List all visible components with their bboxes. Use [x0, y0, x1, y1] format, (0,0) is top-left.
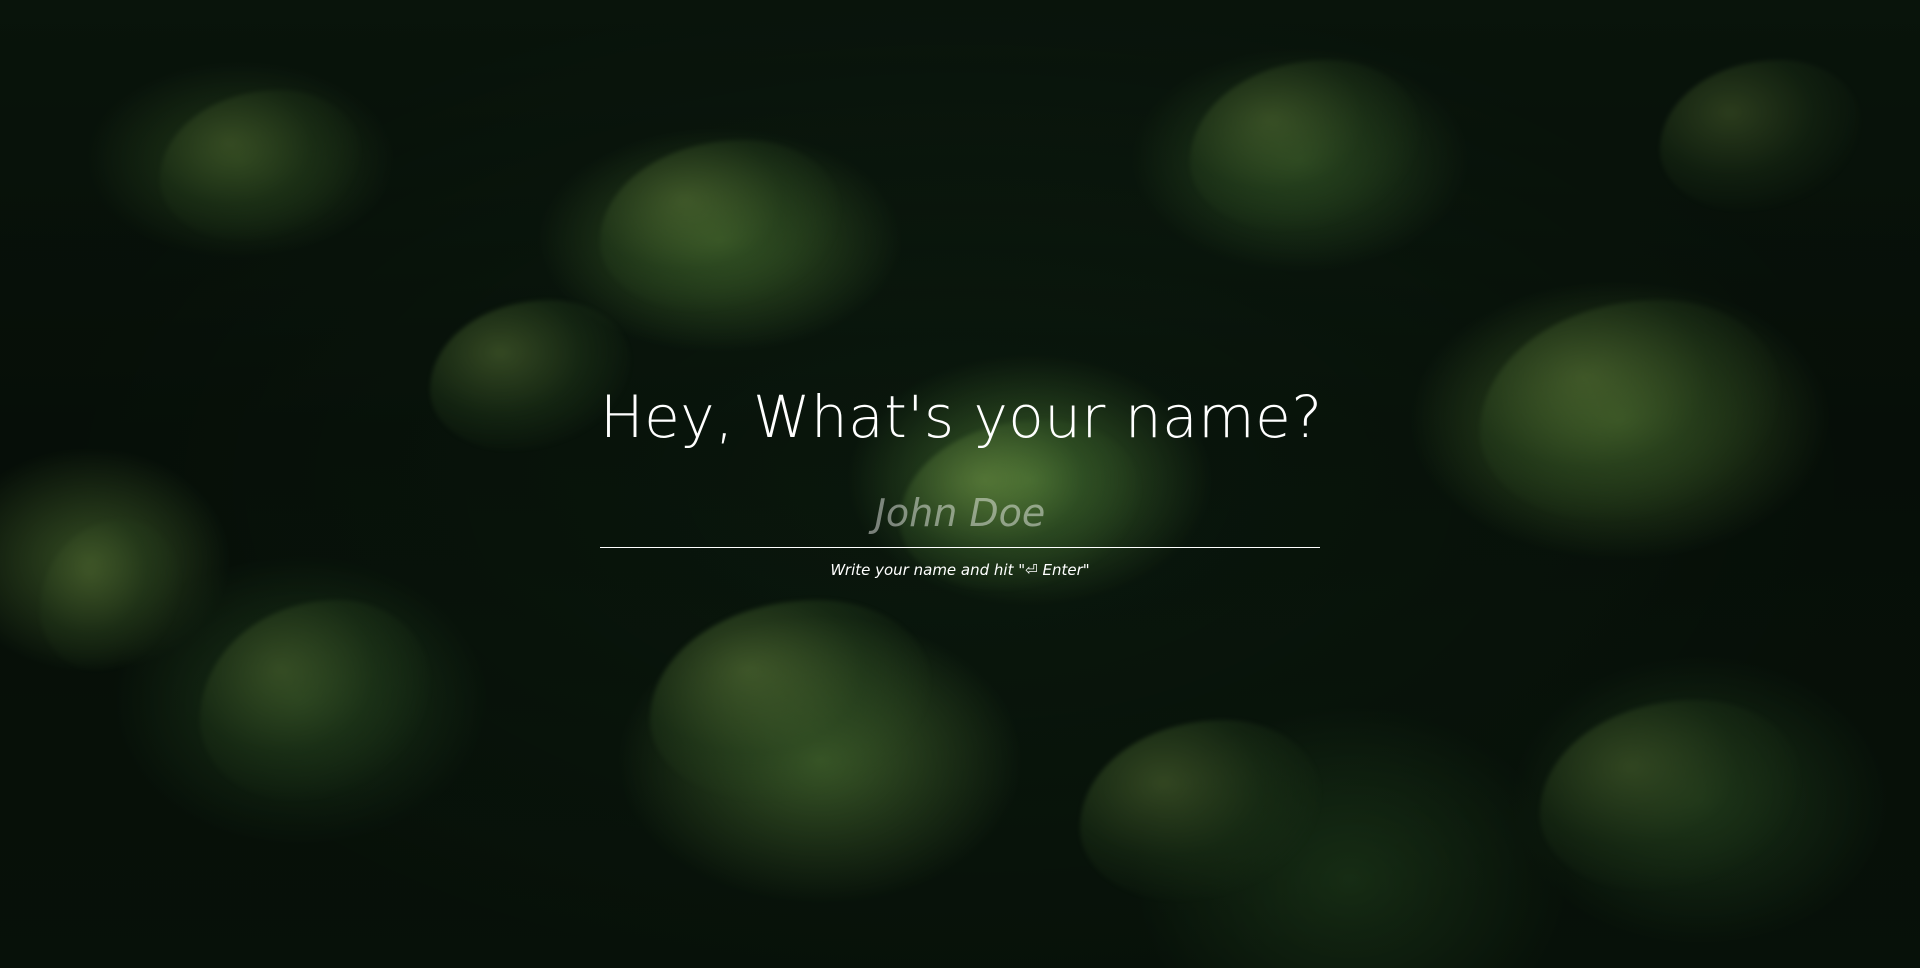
name-input[interactable] [600, 486, 1320, 548]
name-prompt: Hey, What's your name? Write your name a… [600, 378, 1323, 580]
input-hint: Write your name and hit "⏎ Enter" [830, 561, 1090, 579]
prompt-title: Hey, What's your name? [600, 383, 1323, 451]
